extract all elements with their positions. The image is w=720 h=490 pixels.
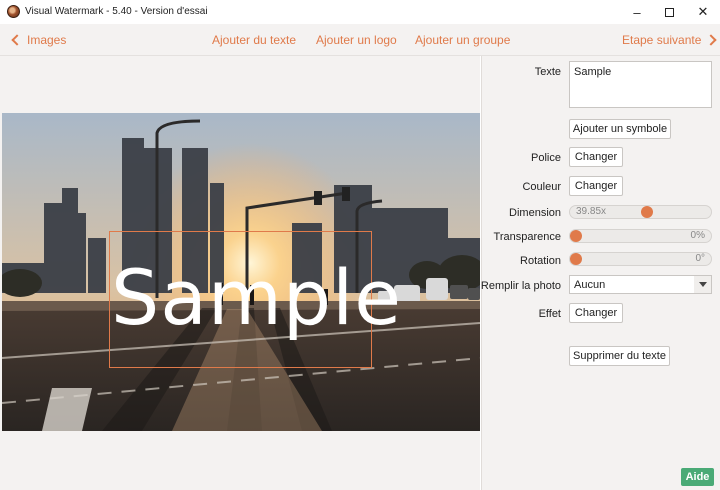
transparence-label: Transparence: [493, 231, 561, 243]
close-icon: ✕: [697, 4, 709, 19]
police-change-button[interactable]: Changer: [569, 147, 623, 167]
delete-text-button[interactable]: Supprimer du texte: [569, 346, 670, 366]
toolbar: Images Ajouter du texte Ajouter un logo …: [0, 24, 720, 56]
watermark-text-input[interactable]: Sample: [569, 61, 712, 108]
texte-label: Texte: [534, 66, 561, 78]
back-to-images-link[interactable]: Images: [10, 33, 66, 47]
maximize-icon: [664, 7, 674, 17]
app-logo-icon: [7, 5, 20, 18]
help-button[interactable]: Aide: [681, 468, 714, 486]
police-label: Police: [531, 152, 561, 164]
couleur-change-button[interactable]: Changer: [569, 176, 623, 196]
remplir-label: Remplir la photo: [480, 280, 561, 292]
watermark-text[interactable]: Sample: [111, 232, 401, 364]
transparence-slider-knob[interactable]: [570, 230, 582, 242]
rotation-value: 0°: [695, 253, 705, 264]
dimension-slider-knob[interactable]: [641, 206, 653, 218]
dimension-slider[interactable]: 39.85x: [569, 205, 712, 219]
remplir-select[interactable]: Aucun: [569, 275, 712, 294]
dimension-label: Dimension: [509, 207, 561, 219]
transparence-slider[interactable]: 0%: [569, 229, 712, 243]
add-group-link[interactable]: Ajouter un groupe: [415, 33, 510, 47]
chevron-down-icon[interactable]: [694, 276, 711, 293]
close-button[interactable]: ✕: [686, 0, 720, 24]
minimize-button[interactable]: –: [620, 0, 654, 24]
settings-panel: Texte Sample Ajouter un symbole Police C…: [481, 56, 720, 490]
maximize-button[interactable]: [652, 0, 686, 24]
effet-label: Effet: [538, 308, 561, 320]
minimize-icon: –: [633, 4, 641, 20]
dimension-value: 39.85x: [576, 206, 607, 217]
add-text-link[interactable]: Ajouter du texte: [212, 33, 296, 47]
add-logo-link[interactable]: Ajouter un logo: [316, 33, 397, 47]
rotation-slider-knob[interactable]: [570, 253, 582, 265]
preview-canvas: Sample: [0, 56, 480, 490]
rotation-label: Rotation: [520, 255, 561, 267]
rotation-slider[interactable]: 0°: [569, 252, 712, 266]
couleur-label: Couleur: [522, 181, 561, 193]
images-label: Images: [27, 33, 67, 47]
transparence-value: 0%: [690, 230, 705, 241]
next-step-link[interactable]: Etape suivante: [622, 33, 718, 47]
chevron-right-icon: [705, 34, 718, 46]
next-step-label: Etape suivante: [622, 33, 702, 47]
remplir-selected-value: Aucun: [574, 278, 606, 291]
title-bar: Visual Watermark - 5.40 - Version d'essa…: [0, 0, 720, 24]
effet-change-button[interactable]: Changer: [569, 303, 623, 323]
window-title: Visual Watermark - 5.40 - Version d'essa…: [25, 6, 208, 17]
chevron-left-icon: [11, 34, 23, 46]
add-symbol-button[interactable]: Ajouter un symbole: [569, 119, 671, 139]
